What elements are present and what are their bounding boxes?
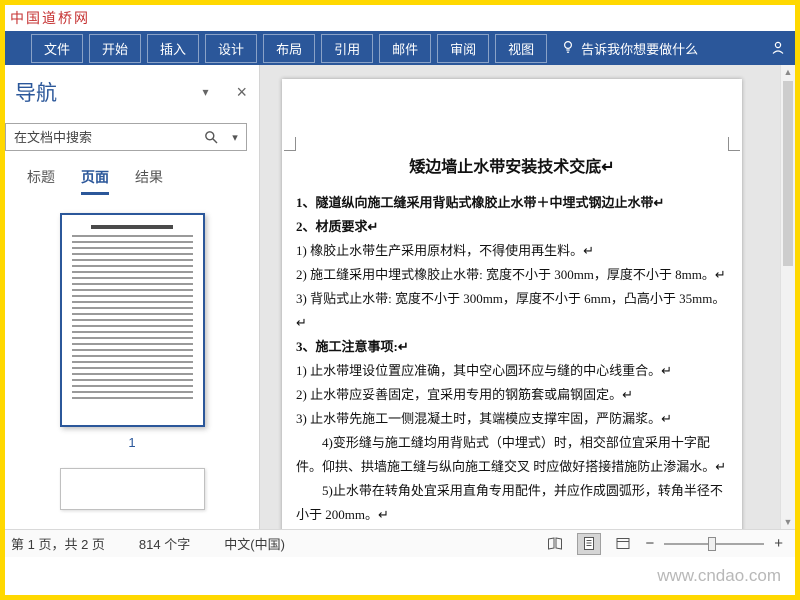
status-bar: 第 1 页，共 2 页 814 个字 中文(中国) − + [5,529,795,557]
app-window: 中国道桥网 文件 开始 插入 设计 布局 引用 邮件 审阅 视图 告诉我你想要做什么 导航 ▾ … [0,0,800,600]
lightbulb-icon [561,40,575,57]
ribbon-tab-7[interactable]: 审阅 [437,33,490,63]
navigation-pane: 导航 ▾ × ▾ 标题页面结果 1 [5,65,260,529]
doc-paragraph-11: 4、搭接注意事项 [296,527,728,529]
bottom-banner: www.cndao.com [5,557,795,595]
scrollbar-thumb[interactable] [783,81,793,266]
doc-paragraph-5: 3、施工注意事项:↵ [296,339,409,354]
page-number-label: 1 [128,435,136,450]
site-url-watermark: www.cndao.com [657,566,781,585]
ribbon-tab-0[interactable]: 文件 [31,33,84,63]
document-paragraphs: 1、隧道纵向施工缝采用背贴式橡胶止水带＋中埋式钢边止水带↵ 2、材质要求↵ 1) 橡… [282,177,742,529]
site-watermark: 中国道桥网 [10,12,90,27]
page-indicator[interactable]: 第 1 页，共 2 页 [11,534,105,553]
close-icon[interactable]: × [236,83,247,101]
main-area: 导航 ▾ × ▾ 标题页面结果 1 [5,65,795,529]
nav-tabs: 标题 页面 结果 [5,151,259,195]
share-icon[interactable] [770,40,787,56]
scrollbar-up-arrow[interactable]: ▲ [781,65,795,79]
doc-paragraph-0: 1、隧道纵向施工缝采用背贴式橡胶止水带＋中埋式钢边止水带↵ [296,195,665,210]
zoom-slider[interactable] [664,536,765,551]
vertical-scrollbar[interactable]: ▲ ▼ [780,65,795,529]
document-search-box[interactable]: ▾ [5,123,247,151]
ribbon-tab-2[interactable]: 插入 [147,33,200,63]
tell-me-box[interactable]: 告诉我你想要做什么 [561,39,698,58]
text-boundary-mark-right [728,137,740,151]
ribbon-tab-4[interactable]: 布局 [263,33,316,63]
nav-tab-1[interactable]: 页面 [81,167,109,195]
word-count[interactable]: 814 个字 [139,534,190,553]
ribbon-tab-5[interactable]: 引用 [321,33,374,63]
doc-paragraph-7: 2) 止水带应妥善固定，宜采用专用的钢筋套或扁钢固定。↵ [296,387,633,402]
ribbon-tabs: 文件 开始 插入 设计 布局 引用 邮件 审阅 视图 [31,33,548,63]
doc-paragraph-6: 1) 止水带埋设位置应准确，其中空心圆环应与缝的中心线重合。↵ [296,363,672,378]
navigation-header: 导航 ▾ × [5,65,259,113]
doc-paragraph-8: 3) 止水带先施工一侧混凝土时，其端模应支撑牢固，严防漏浆。↵ [296,411,672,426]
document-page[interactable]: 矮边墙止水带安装技术交底↵ 1、隧道纵向施工缝采用背贴式橡胶止水带＋中埋式钢边止… [282,79,742,529]
status-bar-right: − + [543,532,787,555]
page-thumbnail-1[interactable] [59,213,205,427]
print-layout-button[interactable] [577,532,602,555]
page-thumbnails: 1 [5,195,259,529]
nav-tab-2[interactable]: 结果 [135,167,163,195]
language-indicator[interactable]: 中文(中国) [224,534,285,553]
doc-paragraph-10: 5)止水带在转角处宜采用直角专用配件，并应作成圆弧形，转角半径不小于 200mm… [296,483,723,522]
document-title: 矮边墙止水带安装技术交底↵ [409,159,615,176]
zoom-slider-thumb[interactable] [708,536,717,551]
doc-paragraph-1: 2、材质要求↵ [296,219,379,234]
doc-paragraph-3: 2) 施工缝采用中埋式橡胶止水带: 宽度不小于 300mm，厚度不小于 8mm。… [296,267,726,282]
search-input[interactable] [6,129,198,145]
ribbon-tab-6[interactable]: 邮件 [379,33,432,63]
top-banner: 中国道桥网 [5,5,795,31]
navigation-pane-title: 导航 [15,82,57,105]
zoom-out-button[interactable]: − [645,535,654,552]
ribbon-tab-8[interactable]: 视图 [495,33,548,63]
search-icon[interactable] [198,130,224,144]
page-thumbnail-2[interactable] [59,468,205,510]
thumbnail-title-line [91,225,173,229]
doc-paragraph-2: 1) 橡胶止水带生产采用原材料，不得使用再生料。↵ [296,243,594,258]
read-mode-button[interactable] [543,533,567,555]
doc-paragraph-4: 3) 背贴式止水带: 宽度不小于 300mm，厚度不小于 6mm，凸高小于 35… [296,291,726,330]
thumbnail-text-lines [71,235,193,403]
chevron-down-icon[interactable]: ▾ [202,85,208,99]
doc-paragraph-9: 4)变形缝与施工缝均用背贴式（中埋式）时，相交部位宜采用十字配件。仰拱、拱墙施工… [296,435,727,474]
ribbon-tab-1[interactable]: 开始 [89,33,142,63]
zoom-in-button[interactable]: + [774,535,783,552]
scrollbar-down-arrow[interactable]: ▼ [781,515,795,529]
ribbon-bar: 文件 开始 插入 设计 布局 引用 邮件 审阅 视图 告诉我你想要做什么 [5,31,795,65]
nav-tab-0[interactable]: 标题 [27,167,55,195]
ribbon-tab-3[interactable]: 设计 [205,33,258,63]
search-dropdown-icon[interactable]: ▾ [224,131,246,144]
tell-me-label: 告诉我你想要做什么 [581,41,699,57]
document-area: 矮边墙止水带安装技术交底↵ 1、隧道纵向施工缝采用背贴式橡胶止水带＋中埋式钢边止… [260,65,795,529]
web-layout-button[interactable] [611,533,635,555]
text-boundary-mark-left [284,137,296,151]
